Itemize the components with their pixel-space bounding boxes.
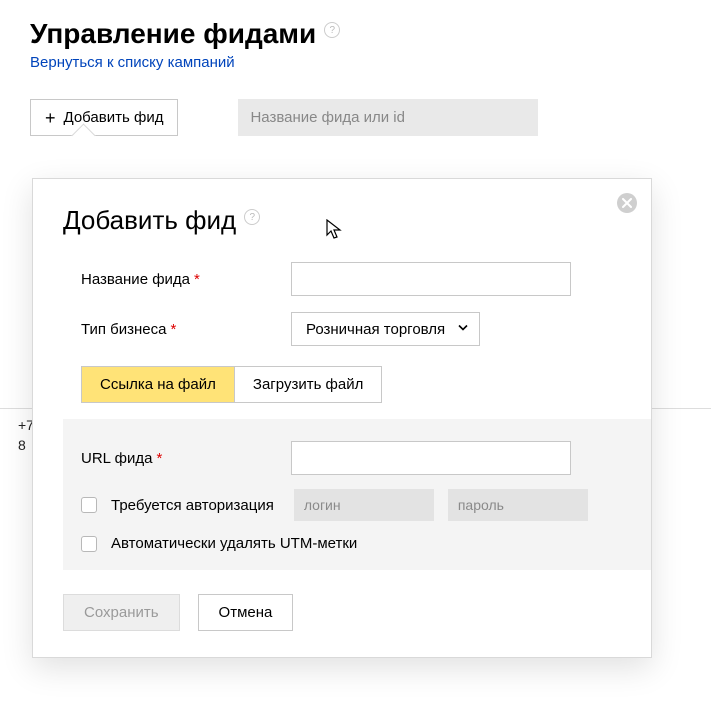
add-feed-dialog: Добавить фид ? Название фида* Тип бизнес… (32, 178, 652, 658)
row-feed-url: URL фида* (81, 441, 621, 475)
required-icon: * (156, 450, 162, 467)
help-icon[interactable]: ? (324, 22, 340, 38)
help-icon[interactable]: ? (244, 209, 260, 225)
link-panel: URL фида* Требуется авторизация Автомати… (63, 419, 651, 570)
required-icon: * (194, 271, 200, 288)
feed-name-input[interactable] (291, 262, 571, 296)
dialog-actions: Сохранить Отмена (63, 594, 621, 631)
row-feed-name: Название фида* (81, 262, 621, 296)
tab-upload[interactable]: Загрузить файл (234, 367, 381, 402)
back-link[interactable]: Вернуться к списку кампаний (30, 54, 235, 71)
password-input[interactable] (448, 489, 588, 521)
business-type-label-text: Тип бизнеса (81, 321, 167, 338)
auth-checkbox[interactable] (81, 497, 97, 513)
cancel-button[interactable]: Отмена (198, 594, 294, 631)
source-tabs: Ссылка на файл Загрузить файл (81, 366, 382, 403)
feed-url-label-text: URL фида (81, 450, 152, 467)
search-input[interactable] (238, 99, 538, 136)
feed-name-label: Название фида* (81, 271, 291, 288)
dialog-title: Добавить фид ? (63, 205, 621, 236)
dialog-title-text: Добавить фид (63, 205, 236, 236)
page-title-text: Управление фидами (30, 18, 316, 50)
add-feed-label: Добавить фид (64, 109, 164, 126)
auth-label: Требуется авторизация (111, 497, 274, 514)
login-input[interactable] (294, 489, 434, 521)
utm-checkbox[interactable] (81, 536, 97, 552)
utm-label: Автоматически удалять UTM-метки (111, 535, 357, 552)
required-icon: * (171, 321, 177, 338)
row-utm: Автоматически удалять UTM-метки (81, 535, 621, 552)
close-icon[interactable] (617, 193, 637, 213)
row-business-type: Тип бизнеса* Розничная торговля (81, 312, 621, 346)
feed-url-label: URL фида* (81, 450, 291, 467)
feed-url-input[interactable] (291, 441, 571, 475)
add-feed-button[interactable]: + Добавить фид (30, 99, 178, 136)
chevron-down-icon (457, 321, 469, 338)
business-type-select[interactable]: Розничная торговля (291, 312, 480, 346)
page-title: Управление фидами ? (30, 18, 711, 50)
save-button[interactable]: Сохранить (63, 594, 180, 631)
business-type-label: Тип бизнеса* (81, 321, 291, 338)
business-type-value: Розничная торговля (306, 321, 445, 338)
toolbar: + Добавить фид (30, 99, 711, 136)
plus-icon: + (45, 111, 56, 125)
row-auth: Требуется авторизация (81, 489, 621, 521)
tab-link[interactable]: Ссылка на файл (82, 367, 234, 402)
feed-name-label-text: Название фида (81, 271, 190, 288)
